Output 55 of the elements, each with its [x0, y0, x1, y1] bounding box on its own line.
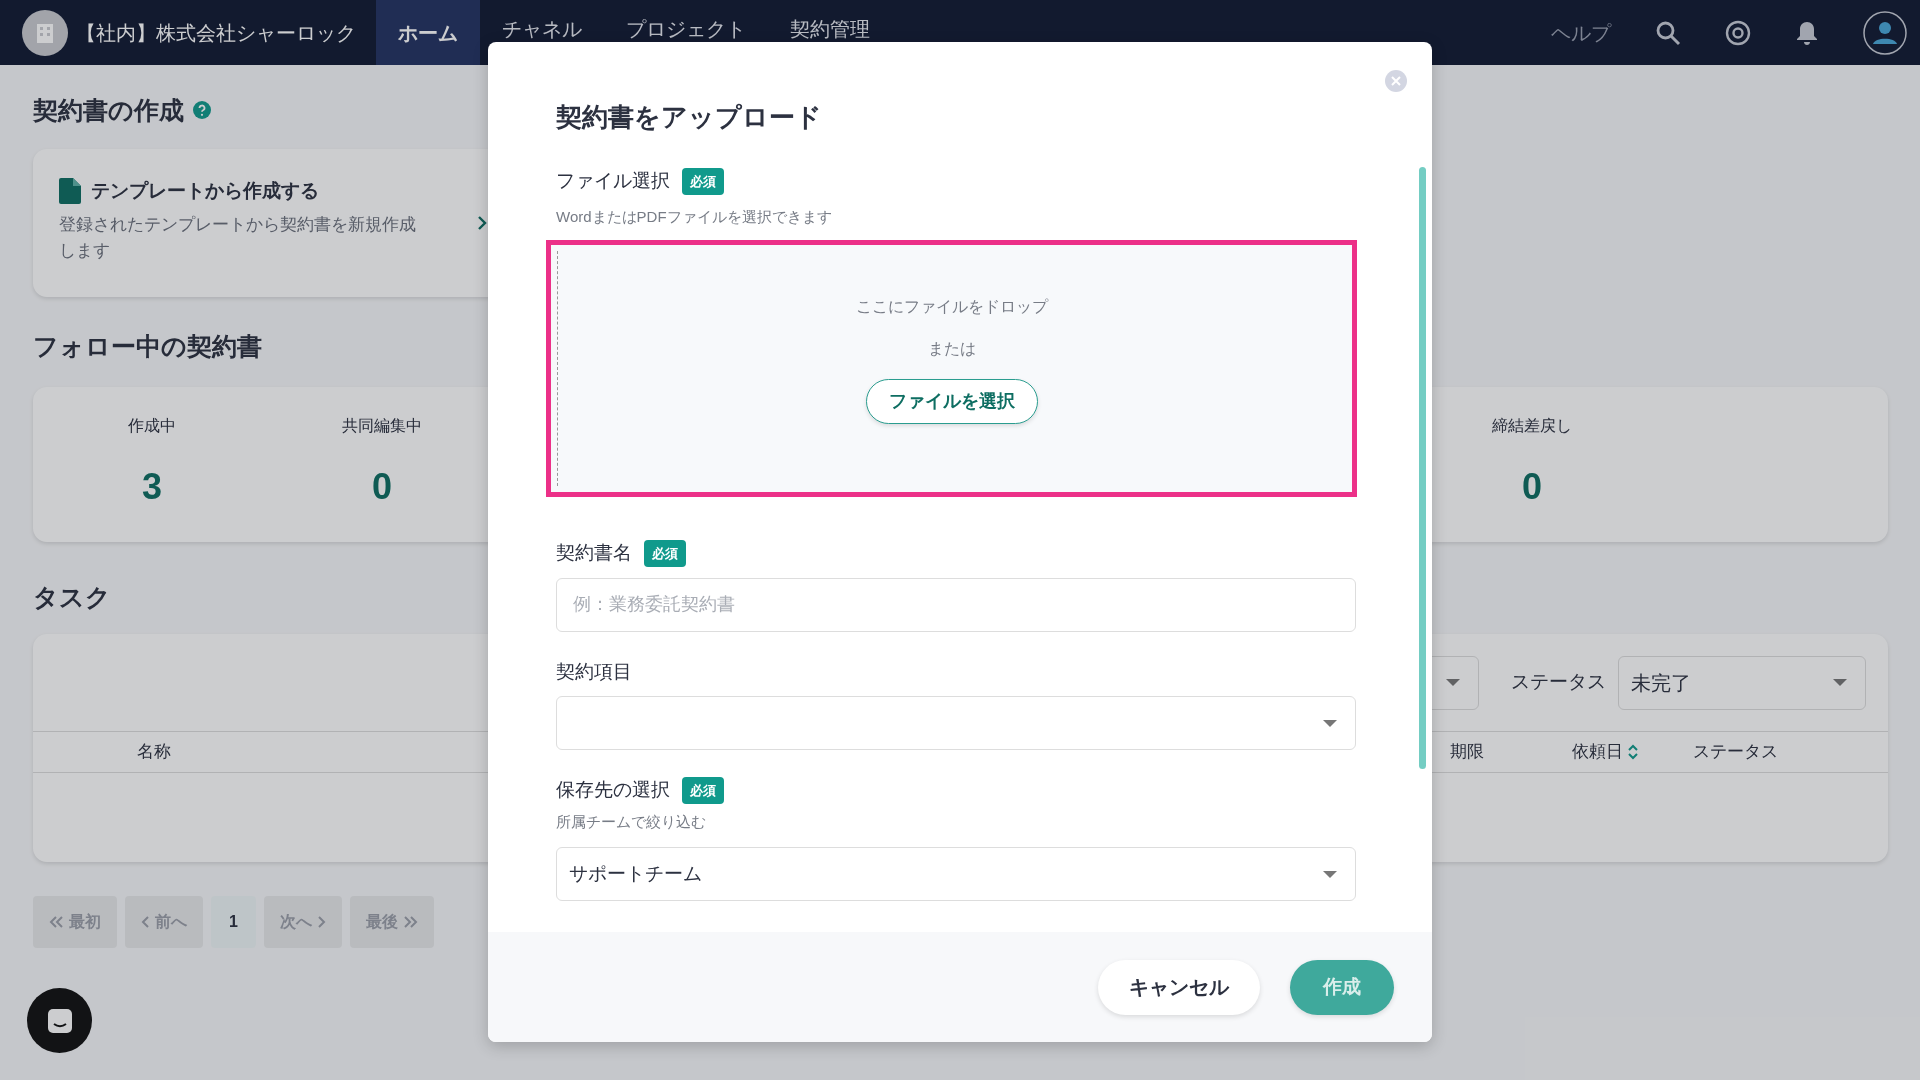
card-description: 登録されたテンプレートから契約書を新規作成します	[59, 213, 417, 262]
nav-tab[interactable]: チャネル	[480, 0, 604, 65]
nav-tab[interactable]: プロジェクト	[604, 0, 768, 65]
required-badge: 必須	[682, 776, 724, 805]
column-header: 期限	[1450, 741, 1484, 764]
chevron-left-icon	[141, 916, 149, 928]
nav-tab[interactable]: ホーム	[376, 0, 480, 65]
column-header: ステータス	[1693, 741, 1778, 764]
stat-label: 作成中	[127, 416, 177, 436]
chevron-right-icon	[477, 215, 487, 231]
stat-value: 0	[371, 465, 393, 509]
help-link[interactable]: ヘルプ	[1551, 17, 1611, 48]
company-name: 【社内】株式会社シャーロック	[76, 20, 356, 46]
modal-title: 契約書をアップロード	[556, 102, 823, 134]
double-chevron-left-icon	[49, 916, 63, 928]
mention-icon[interactable]	[1725, 19, 1751, 46]
pagination-button[interactable]: 1	[211, 896, 256, 948]
nav-tab[interactable]: 契約管理	[768, 0, 892, 65]
stat-label: 締結差戻し	[1491, 416, 1573, 436]
scrollbar[interactable]	[1419, 167, 1426, 769]
document-icon	[59, 178, 81, 205]
column-header: 依頼日	[1572, 741, 1623, 764]
drop-text: ここにファイルをドロップ	[855, 297, 1048, 318]
required-badge: 必須	[644, 539, 686, 568]
field-label: 契約項目	[556, 659, 632, 684]
drop-text: または	[927, 339, 976, 360]
avatar-icon[interactable]	[1863, 10, 1907, 55]
section-title: タスク	[33, 582, 111, 612]
stat-value: 0	[1521, 465, 1543, 509]
select-field[interactable]: サポートチーム	[556, 847, 1356, 902]
bell-icon[interactable]	[1795, 19, 1819, 46]
cancel-button[interactable]: キャンセル	[1098, 959, 1260, 1015]
stat-value: 3	[141, 465, 163, 509]
status-select[interactable]: 未完了	[1618, 655, 1866, 710]
field-label: 契約書名	[556, 541, 632, 566]
section-title: 契約書の作成	[33, 95, 184, 125]
select-file-button[interactable]: ファイルを選択	[865, 379, 1038, 425]
section-title: フォロー中の契約書	[33, 331, 262, 361]
field-hint: 所属チームで絞り込む	[556, 811, 707, 832]
drop-zone[interactable]: ここにファイルをドロップ または ファイルを選択	[546, 240, 1357, 498]
column-header: 名称	[137, 741, 171, 764]
search-icon[interactable]	[1655, 19, 1681, 46]
card-title: テンプレートから作成する	[91, 179, 319, 203]
sort-icon[interactable]	[1627, 743, 1639, 761]
filter-label: ステータス	[1511, 670, 1606, 695]
chat-icon	[45, 1006, 74, 1035]
select-field[interactable]	[556, 696, 1356, 751]
input-field[interactable]: 例：業務委託契約書	[556, 577, 1356, 632]
field-label: 保存先の選択	[556, 778, 670, 803]
logo-icon[interactable]	[22, 9, 68, 56]
required-badge: 必須	[682, 167, 724, 196]
double-chevron-right-icon	[403, 916, 418, 928]
help-icon	[192, 100, 212, 120]
chevron-right-icon	[317, 916, 326, 928]
stat-label: 共同編集中	[341, 416, 423, 436]
